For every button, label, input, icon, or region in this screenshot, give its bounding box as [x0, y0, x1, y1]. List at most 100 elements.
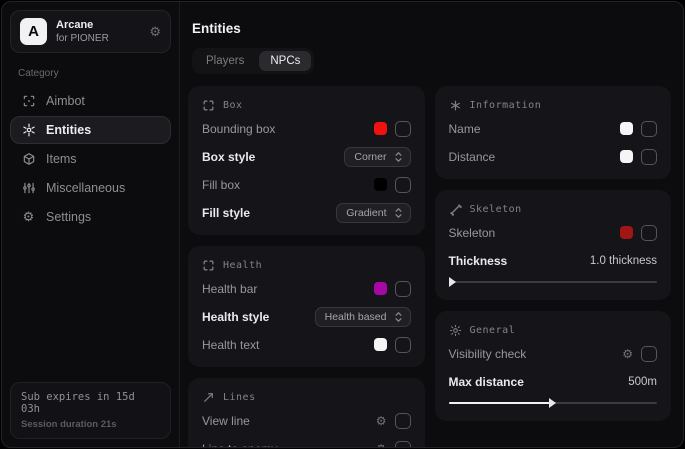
sidebar-item-entities[interactable]: Entities [10, 116, 171, 144]
max-distance-slider[interactable] [449, 398, 658, 408]
setting-row-thickness: Thickness 1.0 thickness [449, 249, 658, 272]
checkbox[interactable] [395, 441, 411, 448]
setting-label: Name [449, 122, 481, 136]
settings-grid: Box Bounding box Box style Corner [188, 86, 671, 447]
unfold-icon [394, 207, 403, 219]
general-card: General Visibility check ⚙ Max distance … [435, 311, 672, 421]
setting-row-health-bar: Health bar [202, 277, 411, 300]
checkbox[interactable] [641, 225, 657, 241]
row-controls: ⚙ [376, 441, 411, 448]
crosshair-icon [21, 94, 36, 108]
row-controls [620, 149, 657, 165]
setting-label: Box style [202, 150, 255, 164]
diagonal-line-icon [202, 391, 215, 404]
row-controls [620, 225, 657, 241]
health-card: Health Health bar Health style Health ba… [188, 246, 425, 367]
setting-label: Health text [202, 338, 259, 352]
gear-icon[interactable]: ⚙ [622, 348, 633, 360]
thickness-slider[interactable] [449, 277, 658, 287]
app-subtitle: for PIONER [56, 33, 140, 44]
box-corners-icon [202, 99, 215, 112]
checkbox[interactable] [641, 121, 657, 137]
sidebar-item-settings[interactable]: ⚙ Settings [10, 203, 171, 231]
setting-label: Thickness [449, 254, 508, 268]
color-swatch[interactable] [374, 282, 387, 295]
sidebar-item-items[interactable]: Items [10, 145, 171, 173]
checkbox[interactable] [395, 281, 411, 297]
sidebar-item-miscellaneous[interactable]: Miscellaneous [10, 174, 171, 202]
dropdown-value: Corner [354, 151, 386, 163]
color-swatch[interactable] [620, 150, 633, 163]
color-swatch[interactable] [620, 122, 633, 135]
skeleton-card-header: Skeleton [449, 203, 658, 216]
gear-icon[interactable]: ⚙ [149, 25, 161, 38]
app-header-card: A Arcane for PIONER ⚙ [10, 10, 171, 53]
fill-style-dropdown[interactable]: Gradient [336, 203, 410, 223]
sidebar: A Arcane for PIONER ⚙ Category Aimbot [2, 2, 180, 447]
setting-row-fill-box: Fill box [202, 173, 411, 196]
health-style-dropdown[interactable]: Health based [315, 307, 411, 327]
sliders-icon [21, 181, 36, 195]
sidebar-item-label: Settings [46, 210, 91, 224]
color-swatch[interactable] [374, 178, 387, 191]
dropdown-value: Gradient [346, 207, 386, 219]
setting-row-box-style: Box style Corner [202, 145, 411, 168]
setting-row-fill-style: Fill style Gradient [202, 201, 411, 224]
sidebar-spacer [10, 231, 171, 382]
tab-npcs[interactable]: NPCs [259, 51, 311, 71]
gear-icon[interactable]: ⚙ [376, 443, 387, 448]
slider-track [449, 281, 658, 283]
checkbox[interactable] [395, 337, 411, 353]
setting-label: Health style [202, 310, 269, 324]
app-logo: A [20, 18, 47, 45]
sidebar-item-label: Aimbot [46, 94, 85, 108]
sidebar-item-label: Items [46, 152, 77, 166]
checkbox[interactable] [641, 149, 657, 165]
color-swatch[interactable] [374, 338, 387, 351]
general-card-header: General [449, 324, 658, 337]
slider-thumb[interactable] [549, 398, 556, 408]
sidebar-item-aimbot[interactable]: Aimbot [10, 87, 171, 115]
checkbox[interactable] [395, 121, 411, 137]
setting-row-bounding-box: Bounding box [202, 117, 411, 140]
color-swatch[interactable] [374, 122, 387, 135]
checkbox[interactable] [641, 346, 657, 362]
tab-players[interactable]: Players [195, 51, 255, 71]
sub-expires-text: Sub expires in 15d 03h [21, 391, 160, 415]
card-title: Box [223, 100, 243, 111]
dropdown-value: Health based [325, 311, 387, 323]
checkbox[interactable] [395, 413, 411, 429]
row-controls [374, 177, 411, 193]
slider-value: 500m [628, 376, 657, 388]
setting-label: Max distance [449, 375, 524, 389]
gear-icon[interactable]: ⚙ [376, 415, 387, 427]
setting-row-line-to-enemy: Line to enemy ⚙ [202, 437, 411, 447]
card-title: Health [223, 260, 262, 271]
setting-label: Line to enemy [202, 442, 277, 448]
main-content: Entities Players NPCs Box [180, 2, 683, 447]
row-controls [374, 281, 411, 297]
bone-icon [449, 203, 462, 216]
row-controls: ⚙ [622, 346, 657, 362]
slider-thumb[interactable] [449, 277, 456, 287]
color-swatch[interactable] [620, 226, 633, 239]
health-brackets-icon [202, 259, 215, 272]
box-card: Box Bounding box Box style Corner [188, 86, 425, 235]
page-title: Entities [192, 21, 671, 36]
checkbox[interactable] [395, 177, 411, 193]
card-title: Lines [223, 392, 256, 403]
setting-row-max-distance: Max distance 500m [449, 370, 658, 393]
box-style-dropdown[interactable]: Corner [344, 147, 410, 167]
box-card-header: Box [202, 99, 411, 112]
setting-label: Distance [449, 150, 496, 164]
row-controls [620, 121, 657, 137]
setting-row-view-line: View line ⚙ [202, 409, 411, 432]
row-controls [374, 337, 411, 353]
sidebar-item-label: Entities [46, 123, 91, 137]
sparkle-icon [449, 99, 462, 112]
setting-label: Fill style [202, 206, 250, 220]
setting-label: Skeleton [449, 226, 496, 240]
setting-row-visibility-check: Visibility check ⚙ [449, 342, 658, 365]
slider-value: 1.0 thickness [590, 255, 657, 267]
lines-card-header: Lines [202, 391, 411, 404]
